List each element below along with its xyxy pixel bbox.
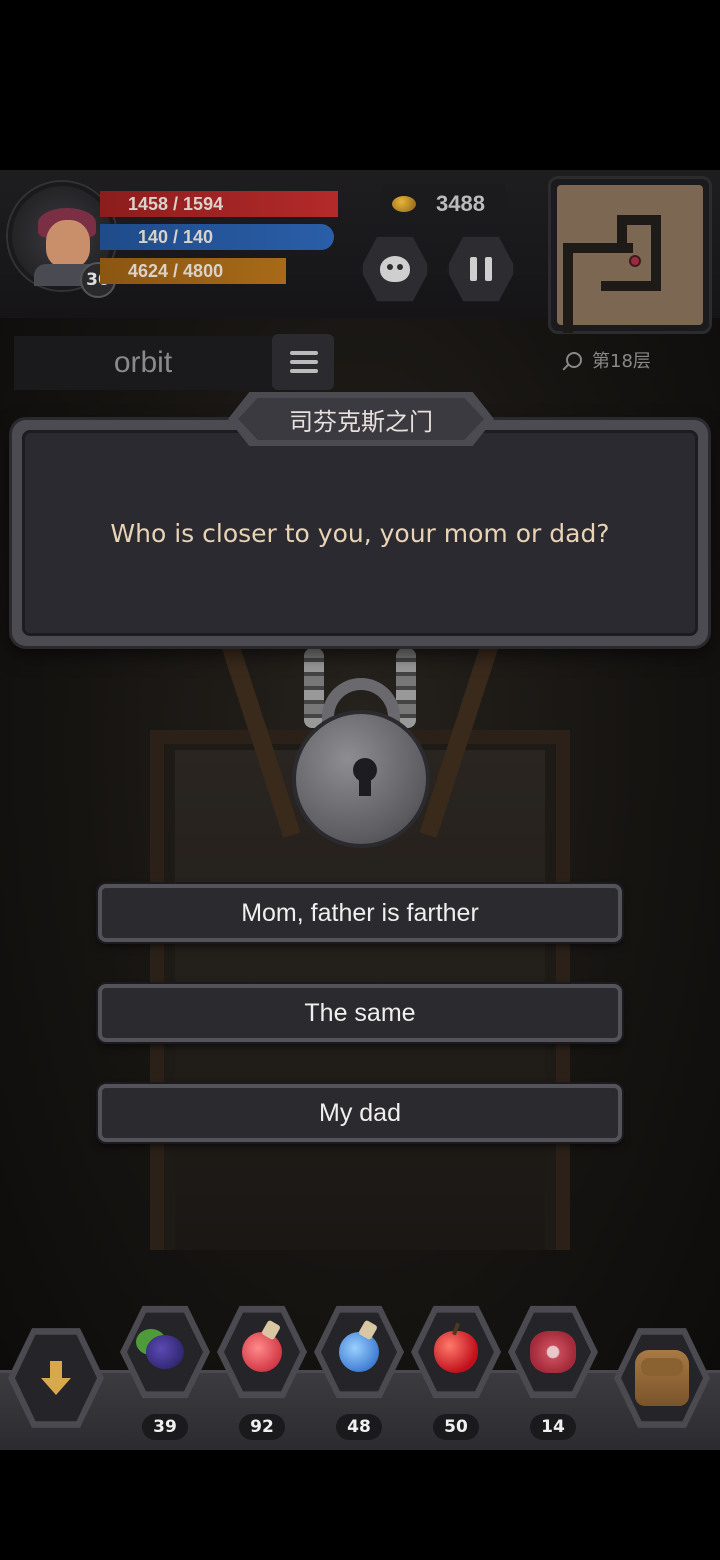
gold-coin-icon (392, 196, 416, 212)
floor-indicator[interactable]: 第18层 (552, 342, 712, 378)
xp-bar: 4624 / 4800 (100, 258, 286, 284)
red-potion-icon (242, 1332, 282, 1372)
answer-button-3[interactable]: My dad (98, 1084, 622, 1142)
search-icon (566, 352, 582, 368)
cat-face-icon (380, 256, 410, 282)
question-text: Who is closer to you, your mom or dad? (110, 518, 610, 548)
chain-left (304, 648, 324, 728)
item-count: 39 (142, 1414, 188, 1440)
question-dialog: Who is closer to you, your mom or dad? (12, 420, 708, 646)
answer-button-1[interactable]: Mom, father is farther (98, 884, 622, 942)
backpack-icon (635, 1350, 689, 1406)
top-black-area (0, 0, 720, 170)
hp-bar: 1458 / 1594 (100, 191, 338, 217)
floor-label: 第18层 (592, 351, 651, 372)
minimap[interactable] (548, 176, 712, 334)
menu-button[interactable] (272, 334, 334, 390)
item-count: 48 (336, 1414, 382, 1440)
meat-icon (530, 1331, 576, 1373)
dialog-title: 司芬克斯之门 (238, 398, 484, 440)
blue-potion-icon (339, 1332, 379, 1372)
padlock-icon (292, 710, 430, 848)
apple-icon (434, 1331, 478, 1373)
gold-counter: 3488 (382, 184, 506, 224)
answer-button-2[interactable]: The same (98, 984, 622, 1042)
item-count: 14 (530, 1414, 576, 1440)
dialog-title-plate: 司芬克斯之门 (228, 392, 494, 446)
item-count: 92 (239, 1414, 285, 1440)
avatar-face (46, 220, 90, 268)
game-stage: 30 1458 / 1594 140 / 140 4624 / 4800 348… (0, 170, 720, 1450)
arrow-down-icon (41, 1361, 71, 1395)
pause-icon (470, 257, 492, 281)
item-count: 50 (433, 1414, 479, 1440)
minimap-view (557, 185, 703, 333)
gold-value: 3488 (436, 191, 485, 216)
mp-bar: 140 / 140 (100, 224, 334, 250)
player-name: orbit (14, 336, 272, 390)
blackberry-icon (146, 1335, 184, 1369)
player-map-marker (629, 255, 641, 267)
bottom-black-area (0, 1450, 720, 1560)
